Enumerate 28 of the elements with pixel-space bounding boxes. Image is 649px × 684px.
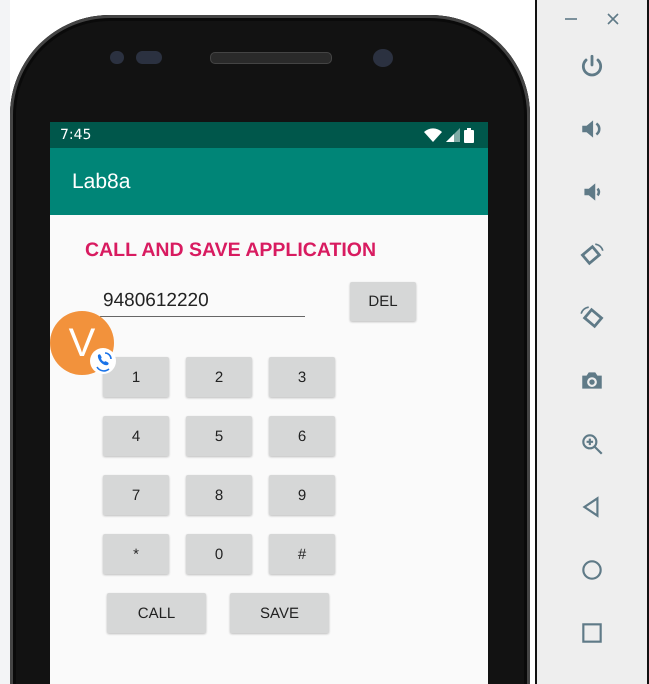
- keypad-key[interactable]: 8: [186, 475, 252, 515]
- keypad-key[interactable]: 1: [103, 357, 169, 397]
- keypad-key[interactable]: 0: [186, 534, 252, 574]
- keypad-key[interactable]: 9: [269, 475, 335, 515]
- front-camera-icon: [373, 49, 393, 67]
- app-title: Lab8a: [72, 170, 130, 194]
- call-button[interactable]: CALL: [107, 593, 206, 633]
- wifi-icon: [424, 128, 442, 142]
- heading: CALL AND SAVE APPLICATION: [85, 239, 378, 262]
- keypad-key[interactable]: 4: [103, 416, 169, 456]
- keypad-key[interactable]: 6: [269, 416, 335, 456]
- signal-icon: [446, 128, 460, 142]
- rotate-left-icon[interactable]: [578, 305, 606, 331]
- rotate-right-icon[interactable]: [578, 242, 606, 268]
- keypad-key[interactable]: #: [269, 534, 335, 574]
- close-icon[interactable]: [606, 12, 620, 26]
- keypad-key[interactable]: *: [103, 534, 169, 574]
- phone-number-field[interactable]: 9480612220: [100, 286, 305, 317]
- keypad-key[interactable]: 7: [103, 475, 169, 515]
- delete-button[interactable]: DEL: [350, 282, 416, 321]
- save-button[interactable]: SAVE: [230, 593, 329, 633]
- status-time: 7:45: [60, 127, 92, 143]
- keypad-key[interactable]: 2: [186, 357, 252, 397]
- sensor-icon: [136, 51, 162, 64]
- keypad-key[interactable]: 3: [269, 357, 335, 397]
- sensor-icon: [110, 51, 124, 64]
- keypad-key[interactable]: 5: [186, 416, 252, 456]
- battery-icon: [464, 128, 474, 142]
